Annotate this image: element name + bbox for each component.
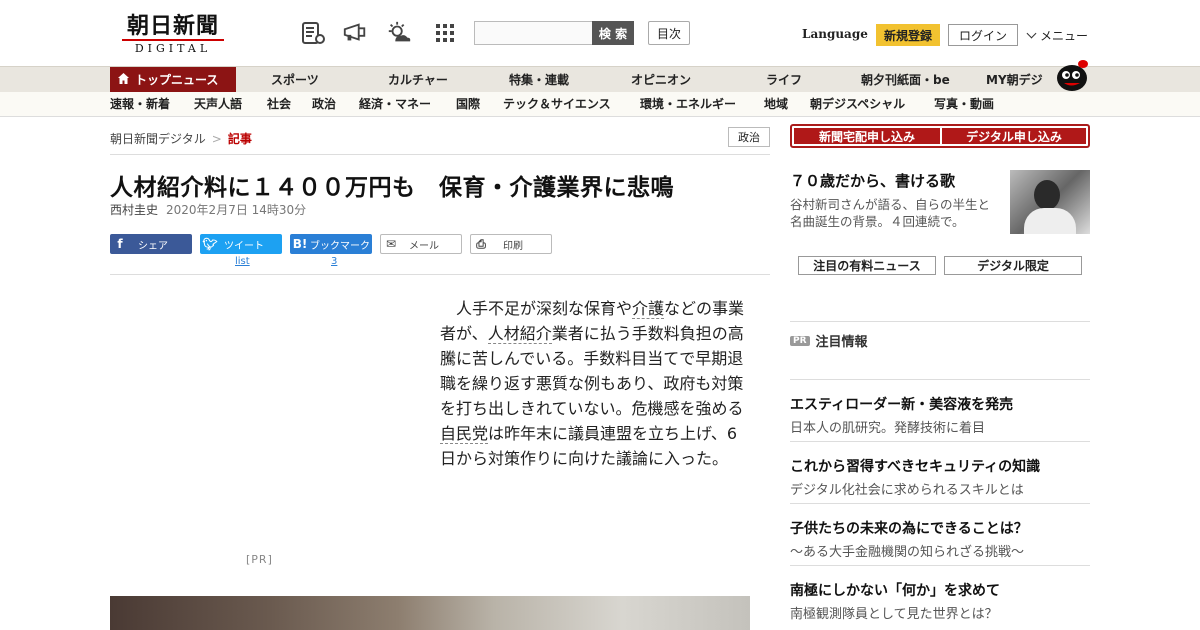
nav-top-news[interactable]: トップニュース	[110, 67, 236, 93]
subnav-environment[interactable]: 環境・エネルギー	[640, 92, 736, 117]
article-photo[interactable]	[110, 596, 750, 630]
subnav-regional[interactable]: 地域	[764, 92, 788, 117]
divider	[790, 503, 1090, 504]
publish-date: 2020年2月7日 14時30分	[166, 203, 307, 217]
divider	[790, 441, 1090, 442]
subscribe-box: 新聞宅配申し込み デジタル申し込み	[790, 124, 1090, 148]
twitter-count[interactable]: list	[235, 256, 250, 267]
twitter-share-button[interactable]: 🐦︎ ツイート	[200, 234, 282, 254]
divider	[110, 154, 770, 155]
site-logo[interactable]: 朝日新聞 DIGITAL	[116, 14, 230, 55]
menu-button[interactable]: メニュー	[1026, 27, 1089, 44]
mascot-icon[interactable]	[1054, 58, 1090, 92]
mail-icon: ✉	[385, 237, 397, 251]
sub-nav: 速報・新着 天声人語 社会 政治 経済・マネー 国際 テック＆サイエンス 環境・…	[0, 92, 1200, 117]
divider	[110, 274, 770, 275]
subnav-tech[interactable]: テック＆サイエンス	[503, 92, 611, 117]
pr-label: [PR]	[246, 553, 273, 566]
ad-subtitle[interactable]: 南極観測隊員として見た世界とは？	[790, 603, 998, 622]
language-link[interactable]: Language	[802, 27, 868, 41]
apps-grid-icon[interactable]	[432, 20, 458, 46]
main-nav: トップニュース スポーツ カルチャー 特集・連載 オピニオン ライフ 朝夕刊紙面…	[0, 66, 1200, 93]
ad-subtitle[interactable]: 日本人の肌研究。発酵技術に着目	[790, 417, 985, 436]
keyword-link[interactable]: 介護	[632, 299, 665, 319]
subnav-society[interactable]: 社会	[267, 92, 291, 117]
feature-title[interactable]: ７０歳だから、書ける歌	[790, 170, 955, 191]
byline: 西村圭史 2020年2月7日 14時30分	[110, 201, 306, 218]
article-body: 人手不足が深刻な保育や介護などの事業者が、人材紹介業者に払う手数料負担の高騰に苦…	[440, 299, 745, 468]
menu-label: メニュー	[1040, 29, 1089, 43]
mail-share-button[interactable]: ✉ メール	[380, 234, 462, 254]
search-button[interactable]: 検 索	[592, 21, 634, 45]
subnav-photo-video[interactable]: 写真・動画	[934, 92, 994, 117]
ad-title[interactable]: これから習得すべきセキュリティの知識	[790, 456, 1040, 476]
chevron-down-icon	[1026, 28, 1037, 39]
hatena-icon: B!	[292, 237, 308, 251]
subscribe-digital-button[interactable]: デジタル申し込み	[942, 128, 1086, 144]
ad-subtitle[interactable]: ～ある大手金融機関の知られざる挑戦～	[790, 541, 1024, 560]
register-button[interactable]: 新規登録	[876, 24, 940, 46]
tab-paid-news[interactable]: 注目の有料ニュース	[798, 256, 936, 275]
divider	[790, 321, 1090, 322]
keyword-link[interactable]: 自民党	[440, 424, 489, 444]
divider	[790, 379, 1090, 380]
logo-digital: DIGITAL	[122, 39, 224, 55]
feature-text: 谷村新司さんが語る、自らの半生と名曲誕生の背景。４回連続で。	[790, 197, 991, 229]
subnav-tenseijingo[interactable]: 天声人語	[194, 92, 242, 117]
search-input[interactable]	[474, 21, 592, 45]
nav-life[interactable]: ライフ	[766, 67, 802, 93]
logo-kanji: 朝日新聞	[126, 13, 219, 39]
subnav-breaking[interactable]: 速報・新着	[110, 92, 170, 117]
nav-culture[interactable]: カルチャー	[388, 67, 448, 93]
feature-photo[interactable]	[1010, 170, 1090, 234]
nav-paper[interactable]: 朝夕刊紙面・be	[861, 67, 950, 93]
twitter-icon: 🐦︎	[202, 237, 218, 251]
nav-features[interactable]: 特集・連載	[509, 67, 569, 93]
ad-subtitle[interactable]: デジタル化社会に求められるスキルとは	[790, 479, 1024, 498]
breadcrumb-separator: >	[211, 132, 222, 146]
facebook-share-button[interactable]: f シェア	[110, 234, 192, 254]
printer-icon: ⎙	[476, 236, 486, 251]
breadcrumb-home[interactable]: 朝日新聞デジタル	[110, 132, 206, 146]
newspaper-icon[interactable]	[300, 20, 326, 46]
nav-opinion[interactable]: オピニオン	[631, 67, 691, 93]
nav-my-asahi[interactable]: MY朝デジ	[986, 67, 1043, 93]
breadcrumb: 朝日新聞デジタル > 記事	[110, 130, 252, 147]
facebook-icon: f	[117, 237, 123, 251]
article-title: 人材紹介料に１４００万円も 保育・介護業界に悲鳴	[110, 175, 674, 201]
weather-icon[interactable]	[386, 20, 412, 46]
subnav-special[interactable]: 朝デジスペシャル	[810, 92, 905, 117]
divider	[790, 565, 1090, 566]
subscribe-paper-button[interactable]: 新聞宅配申し込み	[794, 128, 940, 144]
index-button[interactable]: 目次	[648, 21, 690, 45]
subnav-international[interactable]: 国際	[456, 92, 480, 117]
category-tag[interactable]: 政治	[728, 127, 770, 147]
hatena-count[interactable]: 3	[331, 256, 337, 267]
ad-title[interactable]: 子供たちの未来の為にできることは？	[790, 518, 1028, 538]
pr-tag: PR	[790, 335, 810, 346]
subnav-politics[interactable]: 政治	[312, 92, 336, 117]
keyword-link[interactable]: 人材紹介	[487, 324, 552, 344]
pr-heading: PR 注目情報	[790, 331, 868, 350]
print-button[interactable]: ⎙ 印刷	[470, 234, 552, 254]
ad-title[interactable]: 南極にしかない「何か」を求めて	[790, 580, 1000, 600]
login-button[interactable]: ログイン	[948, 24, 1018, 46]
author: 西村圭史	[110, 203, 159, 217]
megaphone-icon[interactable]	[342, 20, 368, 46]
tab-digital-only[interactable]: デジタル限定	[944, 256, 1082, 275]
subnav-economy[interactable]: 経済・マネー	[359, 92, 431, 117]
nav-sports[interactable]: スポーツ	[271, 67, 319, 93]
home-icon	[118, 67, 129, 93]
ad-title[interactable]: エスティローダー新・美容液を発売	[790, 394, 1013, 414]
breadcrumb-current: 記事	[227, 132, 252, 146]
hatena-bookmark-button[interactable]: B! ブックマーク	[290, 234, 372, 254]
